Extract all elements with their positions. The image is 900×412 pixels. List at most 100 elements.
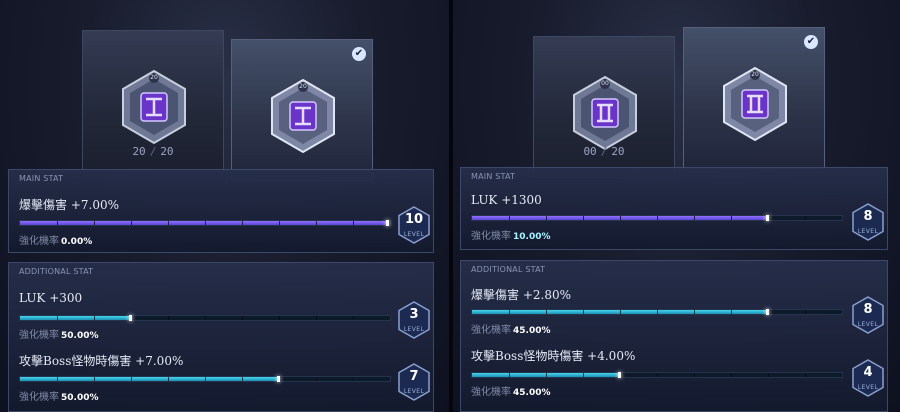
progress-segment-divider (509, 216, 510, 220)
main-stat-progress-bar (19, 220, 391, 226)
progress-segment-divider (546, 373, 547, 377)
progress-segment-divider (353, 377, 354, 381)
additional-stat-text: 攻擊Boss怪物時傷害 +4.00% (471, 349, 636, 363)
progress-segment-divider (94, 377, 95, 381)
progress-tip (386, 220, 390, 226)
main-stat-text: LUK +1300 (471, 193, 542, 207)
progress-segment-divider (805, 310, 806, 314)
progress-segment-divider (168, 377, 169, 381)
progress-segment-divider (620, 310, 621, 314)
additional-stat-section: ADDITIONAL STAT 爆擊傷害 +2.80% 強化機率 45.00% 8… (460, 260, 888, 412)
progress-tip (277, 376, 280, 382)
progress-segment-divider (805, 373, 806, 377)
enhance-rate-label: 強化機率 (19, 392, 59, 403)
progress-tip (766, 309, 769, 315)
checkmark-icon: ✔ (352, 47, 366, 61)
enhance-rate: 強化機率 45.00% (471, 383, 551, 398)
enhance-rate-value: 10.00% (513, 232, 551, 242)
level-badge: 10 LEVEL (397, 206, 431, 244)
progress-segment-divider (353, 221, 354, 225)
emblem-label: 20 (150, 74, 158, 81)
level-label: LEVEL (403, 231, 425, 238)
progress-segment-divider (509, 310, 510, 314)
emblem-label: 20 (751, 71, 759, 78)
enhance-rate-label: 強化機率 (471, 231, 511, 242)
additional-stat-text: 爆擊傷害 +2.80% (471, 288, 571, 302)
progress-segment-divider (731, 216, 732, 220)
level-label: LEVEL (857, 228, 879, 235)
additional-stat-section: ADDITIONAL STAT LUK +300 強化機率 50.00% 3 LE… (8, 262, 434, 412)
enhance-rate: 強化機率 45.00% (471, 321, 551, 336)
progress-segment-divider (205, 377, 206, 381)
enhance-rate-label: 強化機率 (471, 387, 511, 398)
progress-segment-divider (242, 221, 243, 225)
enhance-rate-value: 0.00% (61, 237, 93, 247)
progress-segment-divider (583, 373, 584, 377)
enhance-rate-value: 50.00% (61, 331, 99, 341)
progress-segment-divider (509, 373, 510, 377)
level-number: 8 (863, 302, 873, 317)
progress-fill (20, 316, 131, 320)
progress-segment-divider (57, 221, 58, 225)
emblem-label: 00 (601, 80, 609, 87)
main-stat-title: MAIN STAT (471, 172, 516, 181)
enhance-rate-label: 強化機率 (471, 325, 511, 336)
emblem-card-right[interactable]: ✔ 20 (683, 27, 825, 169)
main-stat-section: MAIN STAT 爆擊傷害 +7.00% 強化機率 0.00% 10 LEVEL (8, 169, 434, 253)
main-stat-title: MAIN STAT (19, 174, 64, 183)
enhance-rate-label: 強化機率 (19, 330, 59, 341)
progress-tip (129, 315, 132, 321)
progress-segment-divider (583, 216, 584, 220)
additional-stat-text: 攻擊Boss怪物時傷害 +7.00% (19, 354, 184, 368)
progress-segment-divider (94, 316, 95, 320)
level-badge: 8 LEVEL (851, 296, 885, 334)
progress-segment-divider (657, 216, 658, 220)
progress-segment-divider (694, 373, 695, 377)
progress-segment-divider (279, 221, 280, 225)
emblem-card-right[interactable]: ✔ 20 (231, 39, 373, 181)
main-stat-progress-bar (471, 215, 843, 221)
enhance-rate: 強化機率 10.00% (471, 227, 551, 242)
progress-segment-divider (316, 221, 317, 225)
emblem-count-total: 20 (160, 145, 174, 158)
progress-segment-divider (57, 377, 58, 381)
emblem-count-slash: / (149, 145, 157, 158)
level-number: 10 (404, 212, 424, 227)
checkmark-icon: ✔ (804, 35, 818, 49)
additional-stat-progress-bar (471, 372, 843, 378)
emblem-count: 00/20 (533, 145, 675, 158)
progress-segment-divider (131, 377, 132, 381)
progress-segment-divider (94, 221, 95, 225)
progress-segment-divider (57, 316, 58, 320)
progress-segment-divider (168, 316, 169, 320)
enhance-rate: 強化機率 0.00% (19, 232, 92, 247)
additional-stat-title: ADDITIONAL STAT (471, 265, 546, 274)
enhance-rate: 強化機率 50.00% (19, 388, 99, 403)
additional-stat-progress-bar (19, 376, 391, 382)
level-label: LEVEL (857, 321, 879, 328)
emblem-count-value: 00 (583, 145, 597, 158)
level-label: LEVEL (857, 384, 879, 391)
emblem-count-total: 20 (611, 145, 625, 158)
progress-segment-divider (657, 373, 658, 377)
progress-segment-divider (768, 373, 769, 377)
left-panel: 20 20/20 ✔ 20 MAIN STAT 爆擊傷害 +7.00% 強化機率… (0, 0, 449, 412)
progress-segment-divider (620, 216, 621, 220)
level-number: 4 (863, 365, 873, 380)
enhance-rate-label: 強化機率 (19, 236, 59, 247)
progress-segment-divider (316, 377, 317, 381)
progress-segment-divider (242, 377, 243, 381)
main-stat-text: 爆擊傷害 +7.00% (19, 198, 119, 212)
progress-segment-divider (131, 221, 132, 225)
emblem-count-slash: / (600, 145, 608, 158)
progress-segment-divider (353, 316, 354, 320)
progress-segment-divider (168, 221, 169, 225)
progress-segment-divider (805, 216, 806, 220)
main-stat-section: MAIN STAT LUK +1300 強化機率 10.00% 8 LEVEL (460, 167, 888, 250)
progress-tip (766, 215, 769, 221)
level-badge: 4 LEVEL (851, 359, 885, 397)
level-badge: 3 LEVEL (397, 301, 431, 339)
enhance-rate: 強化機率 50.00% (19, 326, 99, 341)
level-number: 7 (409, 369, 419, 384)
progress-segment-divider (731, 310, 732, 314)
